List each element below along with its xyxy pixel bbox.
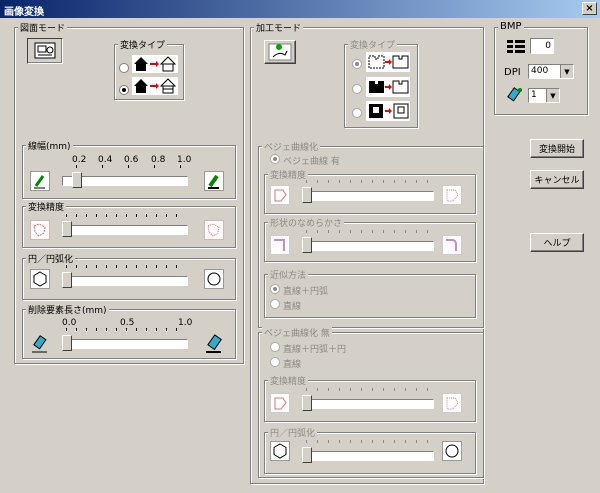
eraser-icon (30, 334, 50, 354)
kako-type-radio-3[interactable] (352, 108, 362, 118)
eraser-large-icon (204, 334, 224, 354)
delete-length-label: 削除要素長さ(mm) (26, 303, 109, 316)
cancel-button[interactable]: キャンセル (530, 170, 584, 189)
off-precision-high-icon (442, 393, 462, 413)
chevron-down-icon[interactable]: ▼ (560, 65, 573, 78)
start-button[interactable]: 変換開始 (530, 139, 584, 158)
curve-sharp-icon (270, 235, 290, 255)
tick-label: 0.6 (124, 155, 139, 165)
kako-mode-label: 加工モード (254, 21, 304, 34)
house-convert-icon (132, 55, 178, 73)
bezier-on-radio-label: ベジェ曲線 有 (283, 157, 340, 167)
bmp-label: BMP (498, 21, 524, 32)
tick-label: 0.2 (72, 155, 87, 165)
zumen-mode-label: 図面モード (18, 21, 68, 34)
slider-thumb[interactable] (302, 237, 312, 253)
dpi-value: 400 (531, 66, 549, 76)
kako-type-label: 変換タイプ (348, 38, 398, 51)
approx-label: 近似方法 (268, 268, 309, 281)
kako-mode-button[interactable] (264, 40, 296, 64)
thin-pen-icon (30, 171, 50, 191)
smoothness-label: 形状のなめらかさ (268, 216, 345, 229)
curve-smooth-icon (442, 235, 462, 255)
off-circle-icon (442, 441, 462, 461)
zumen-type-radio-1[interactable] (119, 63, 129, 73)
puzzle-fill-icon (366, 77, 410, 97)
slider-thumb[interactable] (302, 187, 312, 203)
bezier-off-precision-label: 変換精度 (268, 374, 309, 387)
slider-thumb[interactable] (62, 335, 72, 351)
bezier-off-radio-2[interactable] (270, 357, 280, 367)
zumen-circle-slider[interactable] (62, 265, 188, 289)
bezier-low-icon (270, 185, 290, 205)
zumen-type-radio-2[interactable] (119, 85, 129, 95)
bezier-off-circle-label: 円／円弧化 (268, 426, 318, 439)
tick-label: 0.5 (120, 318, 135, 328)
bmp-count-input[interactable]: 0 (530, 38, 554, 54)
line-width-slider[interactable] (62, 165, 188, 189)
pen-select[interactable]: 1 ▼ (528, 88, 560, 103)
process-icon (268, 43, 292, 61)
off-precision-low-icon (270, 393, 290, 413)
zumen-circle-label: 円／円弧化 (26, 252, 76, 265)
bezier-on-label: ベジェ曲線化 (262, 140, 321, 153)
approx-option-1: 直線＋円弧 (283, 287, 329, 297)
slider-thumb[interactable] (62, 221, 72, 237)
close-button[interactable]: × (582, 2, 597, 15)
title-bar: 画像変換 × (0, 0, 600, 18)
dpi-select[interactable]: 400 ▼ (528, 64, 574, 79)
slider-thumb[interactable] (72, 172, 82, 188)
figure-convert-icon (366, 101, 410, 121)
bezier-high-icon (442, 185, 462, 205)
precision-high-icon (204, 220, 224, 240)
zumen-type-label: 変換タイプ (118, 38, 168, 51)
dpi-label: DPI (504, 67, 521, 78)
zumen-precision-label: 変換精度 (26, 200, 67, 213)
bezier-off-option-1: 直線＋円弧＋円 (283, 345, 347, 355)
window-title: 画像変換 (4, 7, 44, 18)
zumen-precision-slider[interactable] (62, 214, 188, 238)
drawing-icon (34, 42, 56, 59)
approx-radio-2[interactable] (270, 299, 280, 309)
bezier-off-option-2: 直線 (283, 360, 302, 370)
bezier-off-radio-1[interactable] (270, 342, 280, 352)
approx-option-2: 直線 (283, 302, 302, 312)
slider-thumb[interactable] (62, 272, 72, 288)
slider-thumb[interactable] (302, 395, 312, 411)
pen-value: 1 (531, 90, 537, 100)
house-outline-convert-icon (132, 77, 178, 95)
thick-pen-icon (204, 171, 224, 191)
tick-label: 1.0 (177, 155, 192, 165)
tick-label: 0.4 (98, 155, 113, 165)
delete-length-slider[interactable] (62, 328, 188, 352)
puzzle-outline-icon (366, 52, 410, 72)
tick-label: 1.0 (178, 318, 193, 328)
off-hexagon-icon (270, 441, 290, 461)
pen-eraser-icon (504, 86, 524, 106)
hexagon-icon (30, 269, 50, 289)
tick-label: 0.0 (62, 318, 77, 328)
circle-icon (204, 269, 224, 289)
precision-low-icon (30, 220, 50, 240)
kako-type-radio-1[interactable] (352, 59, 362, 69)
line-width-label: 線幅(mm) (26, 139, 73, 152)
bezier-on-radio[interactable] (270, 154, 280, 164)
smoothness-slider[interactable] (302, 230, 434, 254)
layers-icon (506, 38, 526, 58)
kako-type-radio-2[interactable] (352, 84, 362, 94)
chevron-down-icon[interactable]: ▼ (546, 89, 559, 102)
zumen-mode-button[interactable] (27, 38, 63, 64)
approx-radio-1[interactable] (270, 284, 280, 294)
tick-label: 0.8 (151, 155, 166, 165)
bezier-precision-slider[interactable] (302, 180, 434, 204)
bezier-off-label: ベジェ曲線化 無 (262, 326, 332, 339)
help-button[interactable]: ヘルプ (530, 233, 584, 252)
bezier-off-circle-slider[interactable] (302, 440, 434, 464)
slider-thumb[interactable] (302, 447, 312, 463)
bezier-off-precision-slider[interactable] (302, 388, 434, 412)
